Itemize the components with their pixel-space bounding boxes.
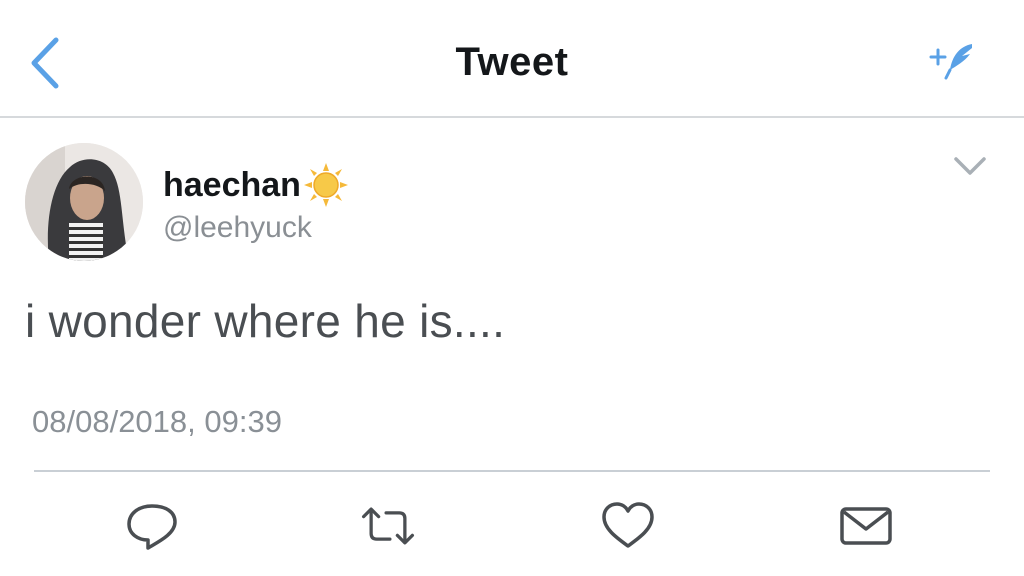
- compose-tweet-button[interactable]: [924, 36, 984, 84]
- profile-photo: [25, 143, 143, 261]
- share-button[interactable]: [836, 496, 896, 556]
- user-handle[interactable]: @leehyuck: [163, 211, 312, 245]
- page-title: Tweet: [455, 40, 569, 84]
- reply-button[interactable]: [122, 496, 182, 556]
- avatar[interactable]: [25, 143, 143, 261]
- chevron-down-icon: [954, 157, 986, 175]
- divider: [34, 470, 990, 472]
- envelope-icon: [840, 507, 892, 545]
- reply-icon: [127, 504, 177, 550]
- display-name[interactable]: haechan: [163, 166, 301, 205]
- like-button[interactable]: [598, 496, 658, 556]
- tweet-detail-screen: Tweet haechan @leehyuck i wonder where h…: [0, 0, 1024, 576]
- retweet-button[interactable]: [358, 496, 418, 556]
- tweet-options-button[interactable]: [950, 150, 990, 184]
- heart-icon: [602, 502, 654, 548]
- sun-emoji-icon: [303, 163, 348, 207]
- retweet-icon: [361, 507, 415, 545]
- display-name-row[interactable]: haechan: [163, 160, 349, 210]
- navigation-bar: Tweet: [0, 0, 1024, 118]
- compose-tweet-icon: [929, 44, 972, 80]
- tweet-timestamp: 08/08/2018, 09:39: [32, 404, 282, 439]
- tweet-text: i wonder where he is....: [25, 295, 506, 347]
